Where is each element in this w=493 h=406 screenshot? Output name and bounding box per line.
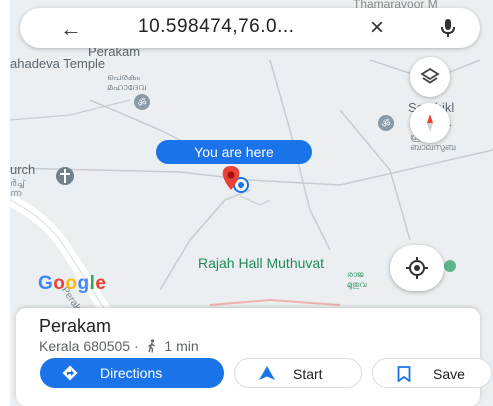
place-address: Kerala 680505 · bbox=[39, 338, 139, 354]
you-are-here-label: You are here bbox=[156, 140, 312, 164]
save-label: Save bbox=[433, 366, 465, 382]
navigation-arrow-icon bbox=[259, 366, 275, 380]
hall-poi-icon bbox=[444, 260, 456, 272]
my-location-icon bbox=[406, 257, 428, 279]
back-button[interactable]: ← bbox=[60, 16, 82, 42]
layers-button[interactable] bbox=[410, 57, 450, 97]
place-details: Kerala 680505 · 1 min bbox=[39, 338, 199, 354]
my-location-button[interactable] bbox=[390, 245, 444, 291]
svg-text:ॐ: ॐ bbox=[381, 118, 390, 130]
map-label-temple-local2: മഹാദേവ bbox=[107, 82, 146, 92]
voice-search-button[interactable] bbox=[437, 17, 459, 39]
directions-label: Directions bbox=[100, 365, 163, 381]
map-label-church-local2: ന്ന bbox=[10, 188, 22, 198]
church-poi-icon bbox=[56, 167, 74, 185]
walk-time: 1 min bbox=[164, 338, 199, 354]
map-label-church: urch bbox=[10, 162, 36, 177]
arrow-back-icon: ← bbox=[60, 16, 82, 41]
right-temple-poi-icon: ॐ bbox=[378, 115, 394, 131]
walking-person-icon bbox=[147, 339, 155, 353]
mic-icon bbox=[441, 19, 455, 37]
layers-icon bbox=[420, 67, 440, 84]
svg-text:ॐ: ॐ bbox=[137, 97, 146, 109]
map-label-rajah-hall: Rajah Hall Muthuvat bbox=[198, 255, 325, 271]
bookmark-icon bbox=[397, 366, 411, 382]
clear-button[interactable]: × bbox=[370, 14, 384, 42]
compass-button[interactable] bbox=[410, 103, 450, 143]
close-icon: × bbox=[370, 14, 385, 41]
maps-screen: ॐ ॐ Thamaravoor M Perakam ahadeva Temple… bbox=[10, 0, 493, 406]
google-logo: Google bbox=[38, 273, 107, 294]
map-label-temple-line2: ahadeva Temple bbox=[10, 56, 106, 71]
search-query[interactable]: 10.598474,76.0... bbox=[138, 16, 294, 38]
map-label-hall-local1: രാജ bbox=[347, 270, 364, 279]
map-label-right-local2: ബാലസുബ bbox=[410, 142, 456, 152]
temple-poi-icon: ॐ bbox=[134, 94, 150, 110]
directions-icon bbox=[62, 365, 78, 381]
compass-icon bbox=[427, 114, 433, 132]
place-name: Perakam bbox=[39, 316, 112, 336]
start-label: Start bbox=[293, 366, 323, 382]
start-button[interactable]: Start bbox=[234, 358, 362, 388]
place-sheet[interactable]: Perakam Kerala 680505 · 1 min Directions… bbox=[16, 308, 492, 406]
search-bar[interactable]: ← 10.598474,76.0... × bbox=[20, 8, 480, 48]
save-button[interactable]: Save bbox=[372, 358, 492, 388]
map-label-hall-local2: മുതുവ bbox=[347, 280, 367, 289]
directions-button[interactable]: Directions bbox=[40, 358, 224, 388]
